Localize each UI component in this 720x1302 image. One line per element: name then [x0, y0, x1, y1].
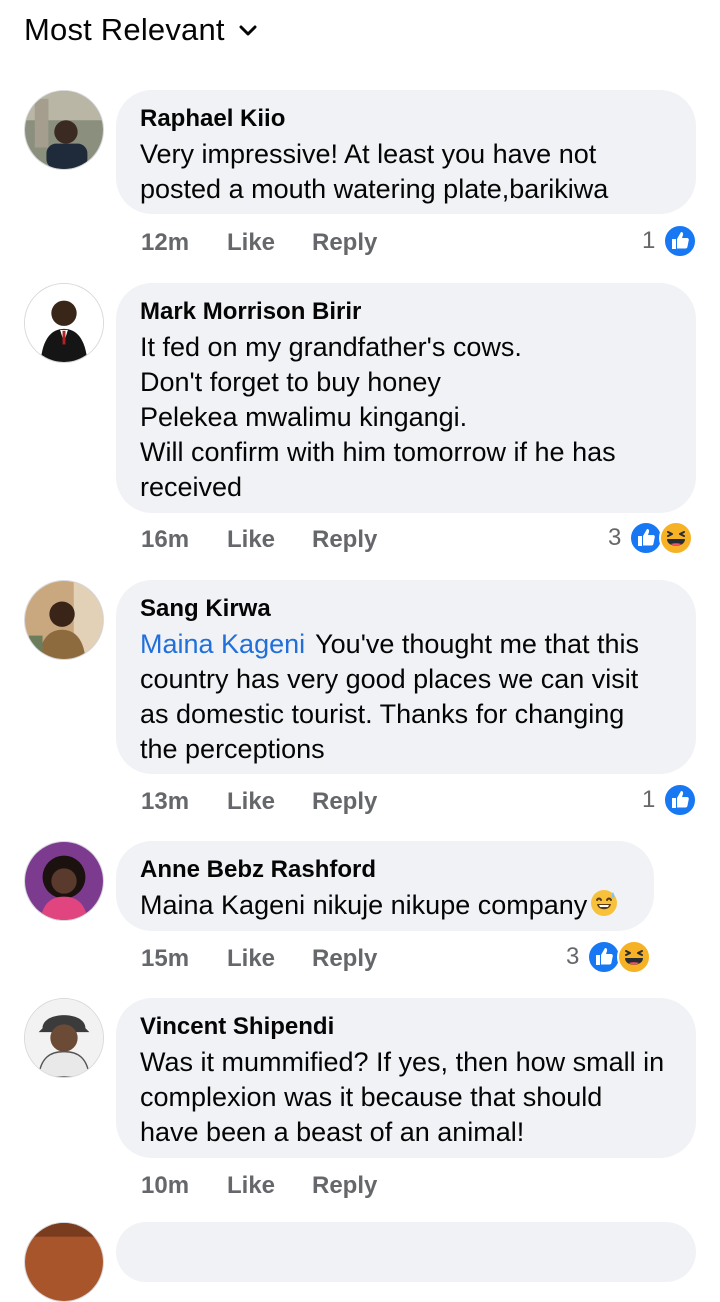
like-reaction-icon [587, 940, 622, 974]
haha-reaction-icon [617, 940, 652, 974]
comment-bubble: Vincent Shipendi Was it mummified? If ye… [116, 998, 696, 1158]
reply-button[interactable]: Reply [312, 526, 377, 554]
comment-text: Maina Kageni nikuje nikupe company [140, 888, 630, 923]
comment-text: Very impressive! At least you have not p… [140, 139, 609, 204]
avatar[interactable] [24, 998, 104, 1078]
comment-author[interactable]: Raphael Kiio [140, 104, 672, 134]
reaction-count: 3 [608, 524, 622, 551]
mention-link[interactable]: Maina Kageni [140, 629, 305, 659]
avatar[interactable] [24, 580, 104, 660]
comment-text: Was it mummified? If yes, then how small… [140, 1047, 665, 1147]
reaction-summary[interactable]: 3 [566, 939, 652, 975]
like-button[interactable]: Like [227, 788, 312, 816]
comment-actions: 13m Like Reply [141, 786, 377, 818]
reaction-count: 1 [642, 227, 656, 254]
comment-author[interactable]: Sang Kirwa [140, 594, 672, 624]
comment-bubble [116, 1222, 696, 1282]
reaction-summary[interactable]: 3 [608, 520, 694, 556]
comment-text: Maina Kageni You've thought me that this … [140, 627, 672, 767]
haha-reaction-icon [659, 521, 694, 555]
like-button[interactable]: Like [227, 945, 312, 973]
like-button[interactable]: Like [227, 1172, 312, 1200]
comment-author[interactable]: Vincent Shipendi [140, 1012, 672, 1042]
avatar[interactable] [24, 90, 104, 170]
comment-author[interactable]: Mark Morrison Birir [140, 297, 672, 327]
like-button[interactable]: Like [227, 229, 312, 257]
reply-button[interactable]: Reply [312, 1172, 377, 1200]
sort-dropdown[interactable]: Most Relevant [24, 10, 257, 50]
comment-time[interactable]: 12m [141, 229, 227, 257]
reply-button[interactable]: Reply [312, 945, 377, 973]
sweat-smile-emoji [591, 890, 618, 916]
comment-time[interactable]: 13m [141, 788, 227, 816]
avatar[interactable] [24, 1222, 104, 1302]
comment-time[interactable]: 10m [141, 1172, 227, 1200]
like-button[interactable]: Like [227, 526, 312, 554]
comment-time[interactable]: 15m [141, 945, 227, 973]
reaction-count: 3 [566, 943, 580, 970]
sort-label: Most Relevant [24, 12, 225, 47]
comment-actions: 16m Like Reply [141, 524, 377, 556]
reaction-summary[interactable]: 1 [642, 223, 698, 259]
comment-author[interactable]: Anne Bebz Rashford [140, 855, 630, 885]
comment-actions: 15m Like Reply [141, 943, 377, 975]
chevron-down-icon [239, 24, 257, 36]
comment-time[interactable]: 16m [141, 526, 227, 554]
like-reaction-icon [629, 521, 664, 555]
comment-text-content: Maina Kageni nikuje nikupe company [140, 890, 588, 920]
reaction-count: 1 [642, 786, 656, 813]
comment-actions: 12m Like Reply [141, 227, 377, 259]
comment-bubble: Mark Morrison Birir It fed on my grandfa… [116, 283, 696, 513]
reaction-summary[interactable]: 1 [642, 782, 698, 818]
reply-button[interactable]: Reply [312, 229, 377, 257]
comment-text: It fed on my grandfather's cows. Don't f… [140, 332, 616, 502]
comment-bubble: Sang Kirwa Maina Kageni You've thought me… [116, 580, 696, 774]
avatar[interactable] [24, 283, 104, 363]
comment-bubble: Anne Bebz Rashford Maina Kageni nikuje n… [116, 841, 654, 931]
reply-button[interactable]: Reply [312, 788, 377, 816]
like-reaction-icon [663, 783, 698, 817]
comment-bubble: Raphael Kiio Very impressive! At least y… [116, 90, 696, 214]
comment-actions: 10m Like Reply [141, 1170, 377, 1202]
avatar[interactable] [24, 841, 104, 921]
like-reaction-icon [663, 224, 698, 258]
